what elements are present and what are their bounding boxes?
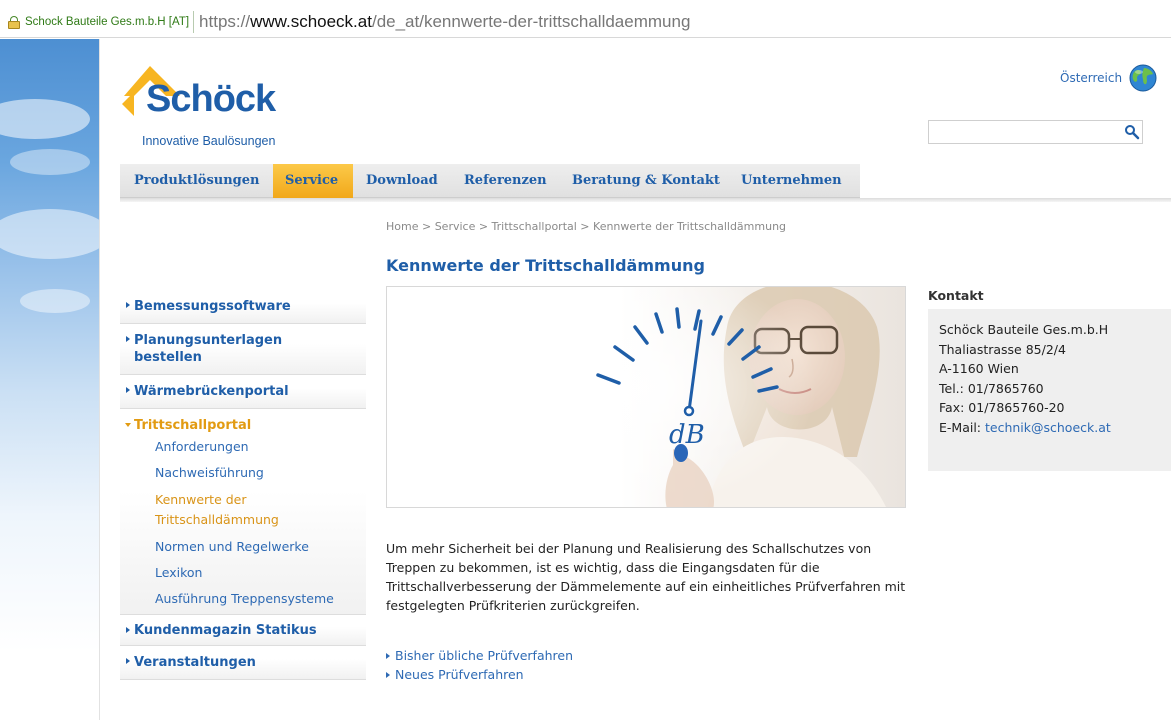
sky-background [0, 39, 110, 720]
kontakt-email-prefix: E-Mail: [939, 419, 985, 435]
hero-image: dB [386, 286, 906, 508]
sidebar-subitem-nachweisfuehrung[interactable]: Nachweisführung [120, 464, 366, 482]
url-scheme: https:// [199, 12, 251, 31]
page-title: Kennwerte der Trittschalldämmung [386, 256, 705, 275]
kontakt-box: Schöck Bauteile Ges.m.b.H Thaliastrasse … [928, 309, 1171, 471]
page-edge [99, 39, 100, 720]
link-bisher-uebliche-pruefverfahren[interactable]: Bisher übliche Prüfverfahren [386, 648, 573, 663]
nav-divider [120, 198, 1171, 202]
search-icon[interactable] [1124, 124, 1140, 140]
search-box[interactable] [928, 120, 1143, 144]
nav-beratung-kontakt[interactable]: Beratung & Kontakt [572, 164, 720, 198]
url-path: /de_at/kennwerte-der-trittschalldaemmung [371, 12, 691, 31]
address-field[interactable]: Schock Bauteile Ges.m.b.H [AT] https://w… [6, 11, 690, 33]
kontakt-city: A-1160 Wien [939, 361, 1019, 376]
nav-download[interactable]: Download [366, 164, 438, 198]
sidebar-subitem-normen[interactable]: Normen und Regelwerke [120, 538, 366, 556]
search-input[interactable] [929, 121, 1119, 143]
kontakt-street: Thaliastrasse 85/2/4 [939, 341, 1066, 357]
globe-icon [1129, 64, 1157, 92]
ev-name: Schock Bauteile Ges.m.b.H [AT] [25, 16, 190, 28]
main-navigation: Produktlösungen Service Download Referen… [120, 164, 1171, 202]
nav-referenzen[interactable]: Referenzen [464, 164, 547, 198]
schoeck-logo[interactable]: Schöck Innovative Baulösungen [122, 66, 302, 156]
sidebar-item-waermebrueckenportal[interactable]: Wärmebrückenportal [120, 375, 366, 409]
logo-tagline: Innovative Baulösungen [142, 134, 276, 148]
sidebar-item-label: Veranstaltungen [134, 655, 256, 670]
lock-icon [8, 15, 20, 29]
sidebar-item-trittschallportal[interactable]: Trittschallportal Anforderungen Nachweis… [120, 409, 366, 615]
arrow-down-icon [125, 423, 131, 427]
country-selector[interactable]: Österreich [1060, 63, 1158, 93]
link-label: Neues Prüfverfahren [395, 667, 524, 682]
sidebar-item-label: Bemessungssoftware [134, 299, 291, 314]
kontakt-company: Schöck Bauteile Ges.m.b.H [939, 322, 1109, 337]
arrow-right-icon [126, 336, 130, 342]
sidebar-subitem-kennwerte[interactable]: Kennwerte der Trittschalldämmung [120, 490, 366, 530]
arrow-right-icon [126, 387, 130, 393]
nav-service[interactable]: Service [273, 164, 353, 198]
sidebar-subitem-lexikon[interactable]: Lexikon [120, 564, 366, 582]
url-host: www.schoeck.at [250, 12, 372, 31]
arrow-right-icon [126, 302, 130, 308]
sidebar-item-label: Wärmebrückenportal [134, 384, 289, 399]
arrow-right-icon [126, 658, 130, 664]
sidebar-item-label: Planungsunterlagen bestellen [134, 333, 283, 365]
hero-db-text: dB [669, 420, 705, 450]
kontakt-tel: Tel.: 01/7865760 [939, 380, 1044, 396]
link-label: Bisher übliche Prüfverfahren [395, 648, 574, 663]
arrow-right-icon [386, 652, 390, 659]
nav-unternehmen[interactable]: Unternehmen [741, 164, 842, 198]
kontakt-email-row: E-Mail: technik@schoeck.at [939, 418, 1171, 438]
sidebar-item-planungsunterlagen[interactable]: Planungsunterlagen bestellen [120, 324, 366, 375]
browser-address-bar[interactable]: Schock Bauteile Ges.m.b.H [AT] https://w… [0, 0, 1171, 38]
sidebar-subitem-ausfuehrung[interactable]: Ausführung Treppensysteme [120, 590, 366, 608]
breadcrumb[interactable]: Home > Service > Trittschallportal > Ken… [386, 220, 786, 233]
sidebar-menu: Bemessungssoftware Planungsunterlagen be… [120, 290, 366, 680]
sidebar-item-bemessungssoftware[interactable]: Bemessungssoftware [120, 290, 366, 324]
ev-certificate-badge[interactable]: Schock Bauteile Ges.m.b.H [AT] [6, 11, 195, 33]
sidebar-item-veranstaltungen[interactable]: Veranstaltungen [120, 646, 366, 680]
sidebar-item-kundenmagazin[interactable]: Kundenmagazin Statikus [120, 615, 366, 646]
link-neues-pruefverfahren[interactable]: Neues Prüfverfahren [386, 667, 524, 682]
kontakt-fax: Fax: 01/7865760-20 [939, 400, 1065, 415]
logo-wordmark: Schöck [146, 78, 276, 120]
kontakt-email-link[interactable]: technik@schoeck.at [985, 420, 1111, 435]
kontakt-heading: Kontakt [928, 288, 984, 303]
arrow-right-icon [386, 671, 390, 678]
arrow-right-icon [126, 627, 130, 633]
nav-produktloesungen[interactable]: Produktlösungen [134, 164, 260, 198]
country-label: Österreich [1060, 71, 1123, 85]
intro-paragraph: Um mehr Sicherheit bei der Planung und R… [386, 541, 906, 613]
sidebar-item-label: Trittschallportal [134, 418, 252, 433]
hero-illustration: dB [477, 287, 886, 507]
sidebar-subitem-anforderungen[interactable]: Anforderungen [120, 438, 366, 456]
url-text[interactable]: https://www.schoeck.at/de_at/kennwerte-d… [199, 12, 690, 32]
sidebar-item-label: Kundenmagazin Statikus [134, 623, 317, 638]
